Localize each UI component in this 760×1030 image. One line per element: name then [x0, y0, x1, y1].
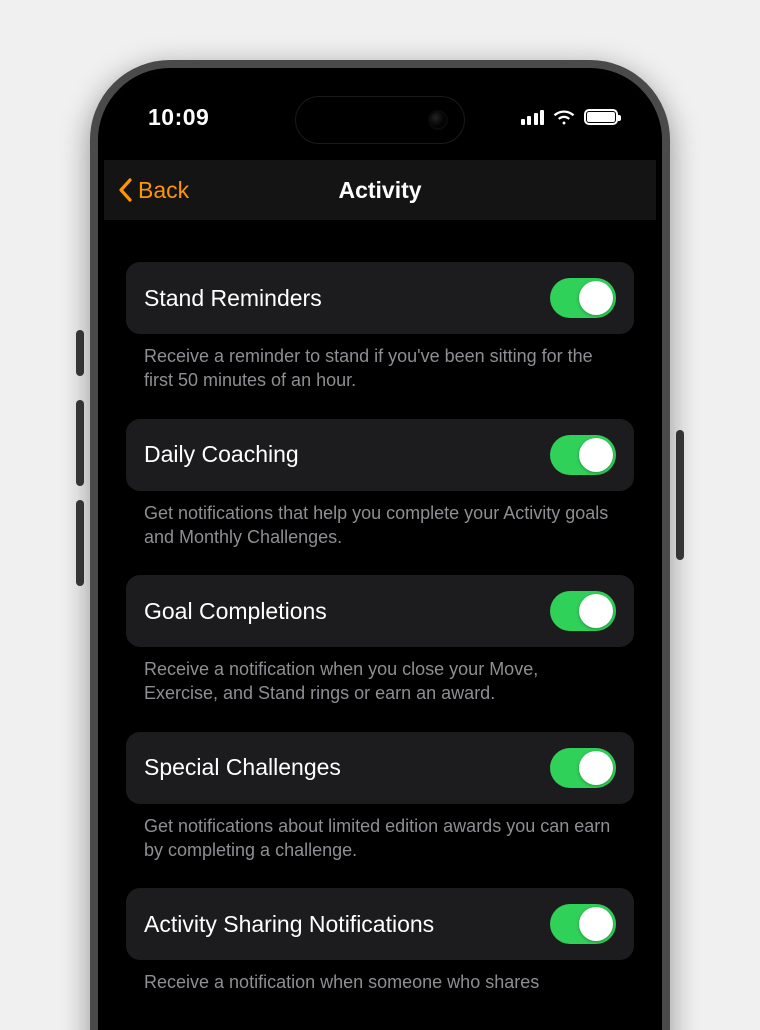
status-time: 10:09: [148, 104, 209, 131]
status-bar: 10:09: [104, 74, 656, 160]
setting-description: Get notifications that help you complete…: [126, 491, 634, 576]
setting-description: Receive a notification when you close yo…: [126, 647, 634, 732]
settings-content: Stand Reminders Receive a reminder to st…: [104, 220, 656, 1030]
phone-frame: 10:09: [90, 60, 670, 1030]
nav-bar: Back Activity: [104, 160, 656, 220]
setting-label: Goal Completions: [144, 598, 327, 625]
chevron-left-icon: [118, 178, 133, 202]
setting-label: Stand Reminders: [144, 285, 322, 312]
back-label: Back: [138, 177, 189, 204]
back-button[interactable]: Back: [118, 177, 189, 204]
toggle-activity-sharing[interactable]: [550, 904, 616, 944]
setting-row-stand-reminders[interactable]: Stand Reminders: [126, 262, 634, 334]
phone-volume-up-button: [76, 400, 84, 486]
battery-icon: [584, 109, 618, 125]
page-canvas: 10:09: [0, 0, 760, 1030]
status-indicators: [521, 109, 619, 125]
setting-row-special-challenges[interactable]: Special Challenges: [126, 732, 634, 804]
setting-label: Daily Coaching: [144, 441, 299, 468]
setting-label: Activity Sharing Notifications: [144, 911, 434, 938]
phone-side-button: [76, 330, 84, 376]
toggle-special-challenges[interactable]: [550, 748, 616, 788]
setting-row-daily-coaching[interactable]: Daily Coaching: [126, 419, 634, 491]
cellular-signal-icon: [521, 109, 545, 125]
setting-row-activity-sharing[interactable]: Activity Sharing Notifications: [126, 888, 634, 960]
phone-volume-down-button: [76, 500, 84, 586]
wifi-icon: [553, 109, 575, 125]
phone-power-button: [676, 430, 684, 560]
setting-row-goal-completions[interactable]: Goal Completions: [126, 575, 634, 647]
setting-description: Get notifications about limited edition …: [126, 804, 634, 889]
toggle-goal-completions[interactable]: [550, 591, 616, 631]
phone-screen: 10:09: [104, 74, 656, 1030]
setting-label: Special Challenges: [144, 754, 341, 781]
setting-description: Receive a notification when someone who …: [126, 960, 634, 1020]
toggle-daily-coaching[interactable]: [550, 435, 616, 475]
toggle-stand-reminders[interactable]: [550, 278, 616, 318]
setting-description: Receive a reminder to stand if you've be…: [126, 334, 634, 419]
